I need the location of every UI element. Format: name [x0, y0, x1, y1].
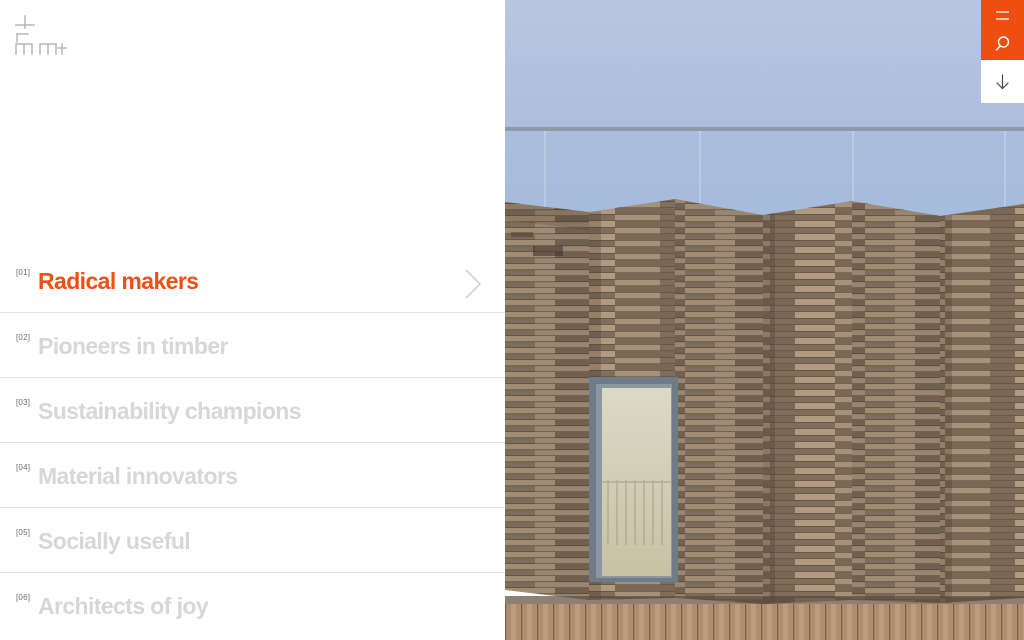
menu-item-label: Architects of joy [38, 593, 209, 619]
hamburger-menu-icon [996, 11, 1009, 20]
menu-item-label: Radical makers [38, 268, 199, 294]
scroll-down-button[interactable] [981, 60, 1024, 103]
menu-item-label: Sustainability champions [38, 398, 302, 424]
hero-photo [505, 0, 1024, 640]
chevron-right-icon [465, 269, 481, 299]
arrow-down-icon [996, 74, 1009, 90]
dRMM-logo-icon[interactable] [14, 14, 68, 56]
timber-facade-photo [505, 0, 1024, 640]
section-menu: [01] Radical makers [02] Pioneers in tim… [0, 248, 505, 637]
menu-item-socially-useful[interactable]: [05] Socially useful [0, 508, 505, 573]
search-button[interactable] [981, 30, 1024, 60]
menu-item-number: [02] [16, 333, 31, 342]
menu-item-number: [01] [16, 268, 31, 277]
menu-button[interactable] [981, 0, 1024, 30]
menu-item-number: [04] [16, 463, 31, 472]
menu-item-label: Socially useful [38, 528, 191, 554]
menu-item-label: Pioneers in timber [38, 333, 228, 359]
menu-item-number: [05] [16, 528, 31, 537]
menu-item-number: [03] [16, 398, 31, 407]
menu-item-sustainability-champions[interactable]: [03] Sustainability champions [0, 378, 505, 443]
menu-item-label: Material innovators [38, 463, 238, 489]
menu-item-radical-makers[interactable]: [01] Radical makers [0, 248, 505, 313]
menu-item-pioneers-in-timber[interactable]: [02] Pioneers in timber [0, 313, 505, 378]
menu-item-material-innovators[interactable]: [04] Material innovators [0, 443, 505, 508]
left-panel: [01] Radical makers [02] Pioneers in tim… [0, 0, 505, 640]
search-icon [995, 36, 1010, 51]
menu-item-architects-of-joy[interactable]: [06] Architects of joy [0, 573, 505, 637]
menu-item-number: [06] [16, 593, 31, 602]
